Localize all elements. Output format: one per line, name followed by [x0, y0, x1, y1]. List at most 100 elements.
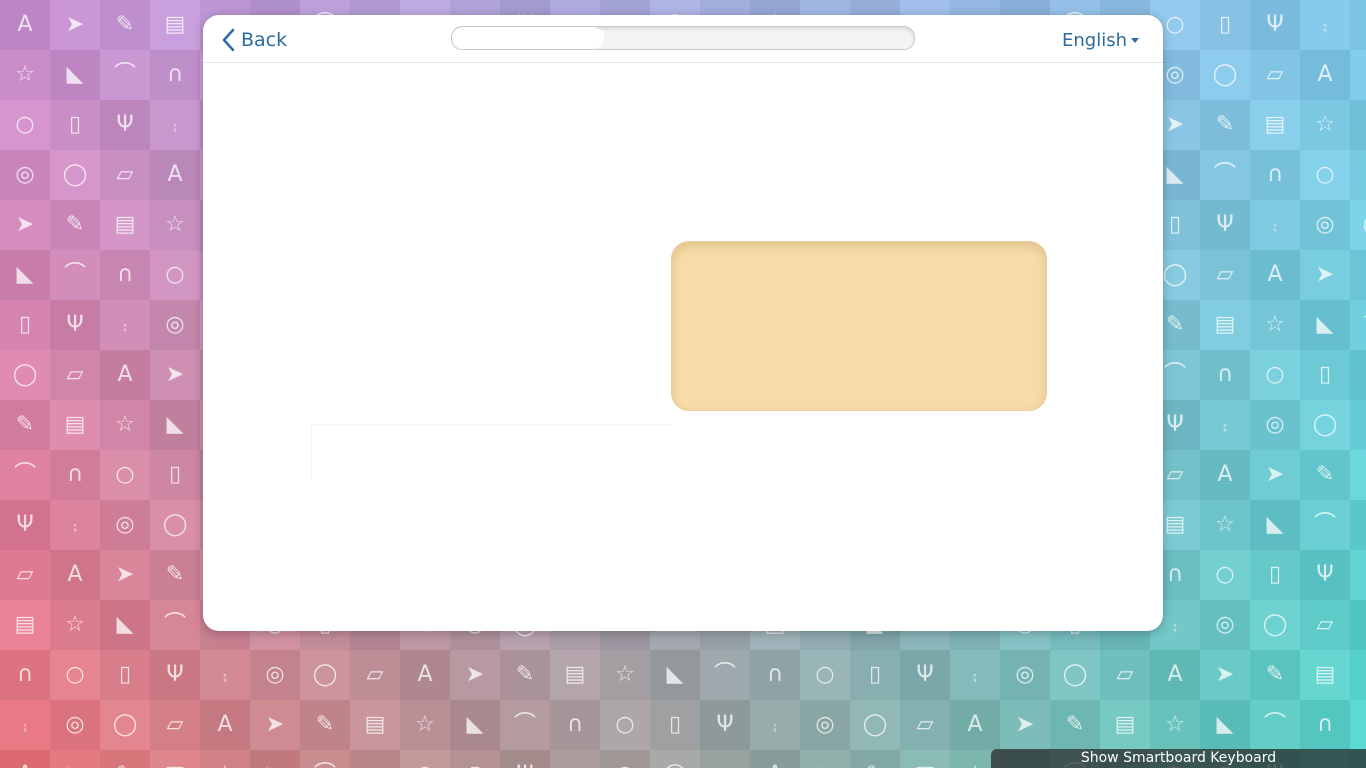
answer-area	[311, 424, 672, 481]
paper-plane-icon: ➤	[50, 0, 100, 50]
letter-a-icon: A	[0, 750, 50, 768]
paper-plane-icon: ➤	[250, 700, 300, 750]
skateboard-icon: ⨾	[1300, 0, 1350, 50]
paper-plane-icon: ➤	[1300, 250, 1350, 300]
progress-fill	[452, 27, 605, 49]
star-icon: ☆	[100, 400, 150, 450]
circle-icon: ◯	[100, 700, 150, 750]
book-icon: ▱	[350, 650, 400, 700]
pencil-icon: ✎	[850, 750, 900, 768]
paper-plane-icon: ➤	[1250, 450, 1300, 500]
star-icon: ☆	[1300, 100, 1350, 150]
briefcase-icon: ▤	[900, 750, 950, 768]
music-player-icon: ▯	[650, 700, 700, 750]
star-icon: ☆	[150, 200, 200, 250]
wifi-icon: ⌒	[300, 750, 350, 768]
paper-plane-icon: ➤	[50, 750, 100, 768]
star-icon: ☆	[1150, 700, 1200, 750]
globe-icon: ○	[150, 250, 200, 300]
music-player-icon: ▯	[50, 100, 100, 150]
music-player-icon: ▯	[1250, 550, 1300, 600]
letter-a-icon: A	[1300, 50, 1350, 100]
pencil-icon: ✎	[1050, 700, 1100, 750]
book-icon: ▱	[900, 700, 950, 750]
music-player-icon: ▯	[150, 450, 200, 500]
skateboard-icon: ⨾	[100, 300, 150, 350]
briefcase-icon: ▤	[50, 400, 100, 450]
music-player-icon: ▯	[0, 300, 50, 350]
show-smartboard-keyboard-button[interactable]: Show Smartboard Keyboard	[991, 749, 1366, 768]
skateboard-icon: ⨾	[150, 100, 200, 150]
wifi-icon: ⌒	[50, 250, 100, 300]
briefcase-icon: ▤	[350, 700, 400, 750]
book-icon: ▱	[1300, 600, 1350, 650]
headphones-icon: ∩	[1300, 700, 1350, 750]
slingshot-icon: Ψ	[0, 500, 50, 550]
apple-icon: ◎	[1000, 650, 1050, 700]
book-icon: ▱	[1350, 400, 1366, 450]
sneaker-icon: ◣	[450, 700, 500, 750]
letter-a-icon: A	[1350, 600, 1366, 650]
headphones-icon: ∩	[1350, 500, 1366, 550]
paper-plane-icon: ➤	[0, 200, 50, 250]
wifi-icon: ⌒	[500, 700, 550, 750]
music-player-icon: ▯	[450, 750, 500, 768]
card-header: Back English	[203, 15, 1163, 63]
letter-a-icon: A	[50, 550, 100, 600]
music-player-icon: ▯	[1200, 0, 1250, 50]
globe-icon: ○	[1350, 700, 1366, 750]
sneaker-icon: ◣	[150, 400, 200, 450]
headphones-icon: ∩	[350, 750, 400, 768]
sneaker-icon: ◣	[1300, 300, 1350, 350]
apple-icon: ◎	[0, 150, 50, 200]
globe-icon: ○	[400, 750, 450, 768]
wifi-icon: ⌒	[700, 650, 750, 700]
pencil-icon: ✎	[1250, 650, 1300, 700]
paper-plane-icon: ➤	[1200, 650, 1250, 700]
circle-icon: ◯	[1050, 650, 1100, 700]
star-icon: ☆	[1250, 300, 1300, 350]
globe-icon: ○	[0, 100, 50, 150]
slingshot-icon: Ψ	[100, 100, 150, 150]
circle-icon: ◯	[1200, 50, 1250, 100]
music-player-icon: ▯	[850, 650, 900, 700]
chevron-left-icon	[222, 28, 235, 52]
briefcase-icon: ▤	[100, 200, 150, 250]
headphones-icon: ∩	[0, 650, 50, 700]
letter-a-icon: A	[950, 700, 1000, 750]
slingshot-icon: Ψ	[700, 700, 750, 750]
headphones-icon: ∩	[550, 700, 600, 750]
globe-icon: ○	[1200, 550, 1250, 600]
apple-icon: ◎	[800, 700, 850, 750]
book-icon: ▱	[1100, 650, 1150, 700]
apple-icon: ◎	[100, 500, 150, 550]
skateboard-icon: ⨾	[1350, 550, 1366, 600]
headphones-icon: ∩	[150, 50, 200, 100]
paper-plane-icon: ➤	[1350, 50, 1366, 100]
pencil-icon: ✎	[1350, 250, 1366, 300]
language-dropdown[interactable]: English	[1062, 30, 1139, 51]
globe-icon: ○	[1250, 350, 1300, 400]
music-player-icon: ▯	[100, 650, 150, 700]
pencil-icon: ✎	[100, 750, 150, 768]
skateboard-icon: ⨾	[50, 500, 100, 550]
apple-icon: ◎	[1200, 600, 1250, 650]
letter-a-icon: A	[1250, 250, 1300, 300]
briefcase-icon: ▤	[0, 600, 50, 650]
apple-icon: ◎	[1250, 400, 1300, 450]
circle-icon: ◯	[650, 750, 700, 768]
letter-a-icon: A	[750, 750, 800, 768]
star-icon: ☆	[600, 650, 650, 700]
headphones-icon: ∩	[100, 250, 150, 300]
apple-icon: ◎	[1350, 0, 1366, 50]
back-button[interactable]: Back	[221, 26, 287, 54]
wifi-icon: ⌒	[1250, 700, 1300, 750]
slingshot-icon: Ψ	[500, 750, 550, 768]
slingshot-icon: Ψ	[50, 300, 100, 350]
letter-a-icon: A	[1150, 650, 1200, 700]
apple-icon: ◎	[50, 700, 100, 750]
book-icon: ▱	[1200, 250, 1250, 300]
book-icon: ▱	[100, 150, 150, 200]
star-icon: ☆	[50, 600, 100, 650]
answer-drop-box[interactable]	[671, 241, 1047, 411]
